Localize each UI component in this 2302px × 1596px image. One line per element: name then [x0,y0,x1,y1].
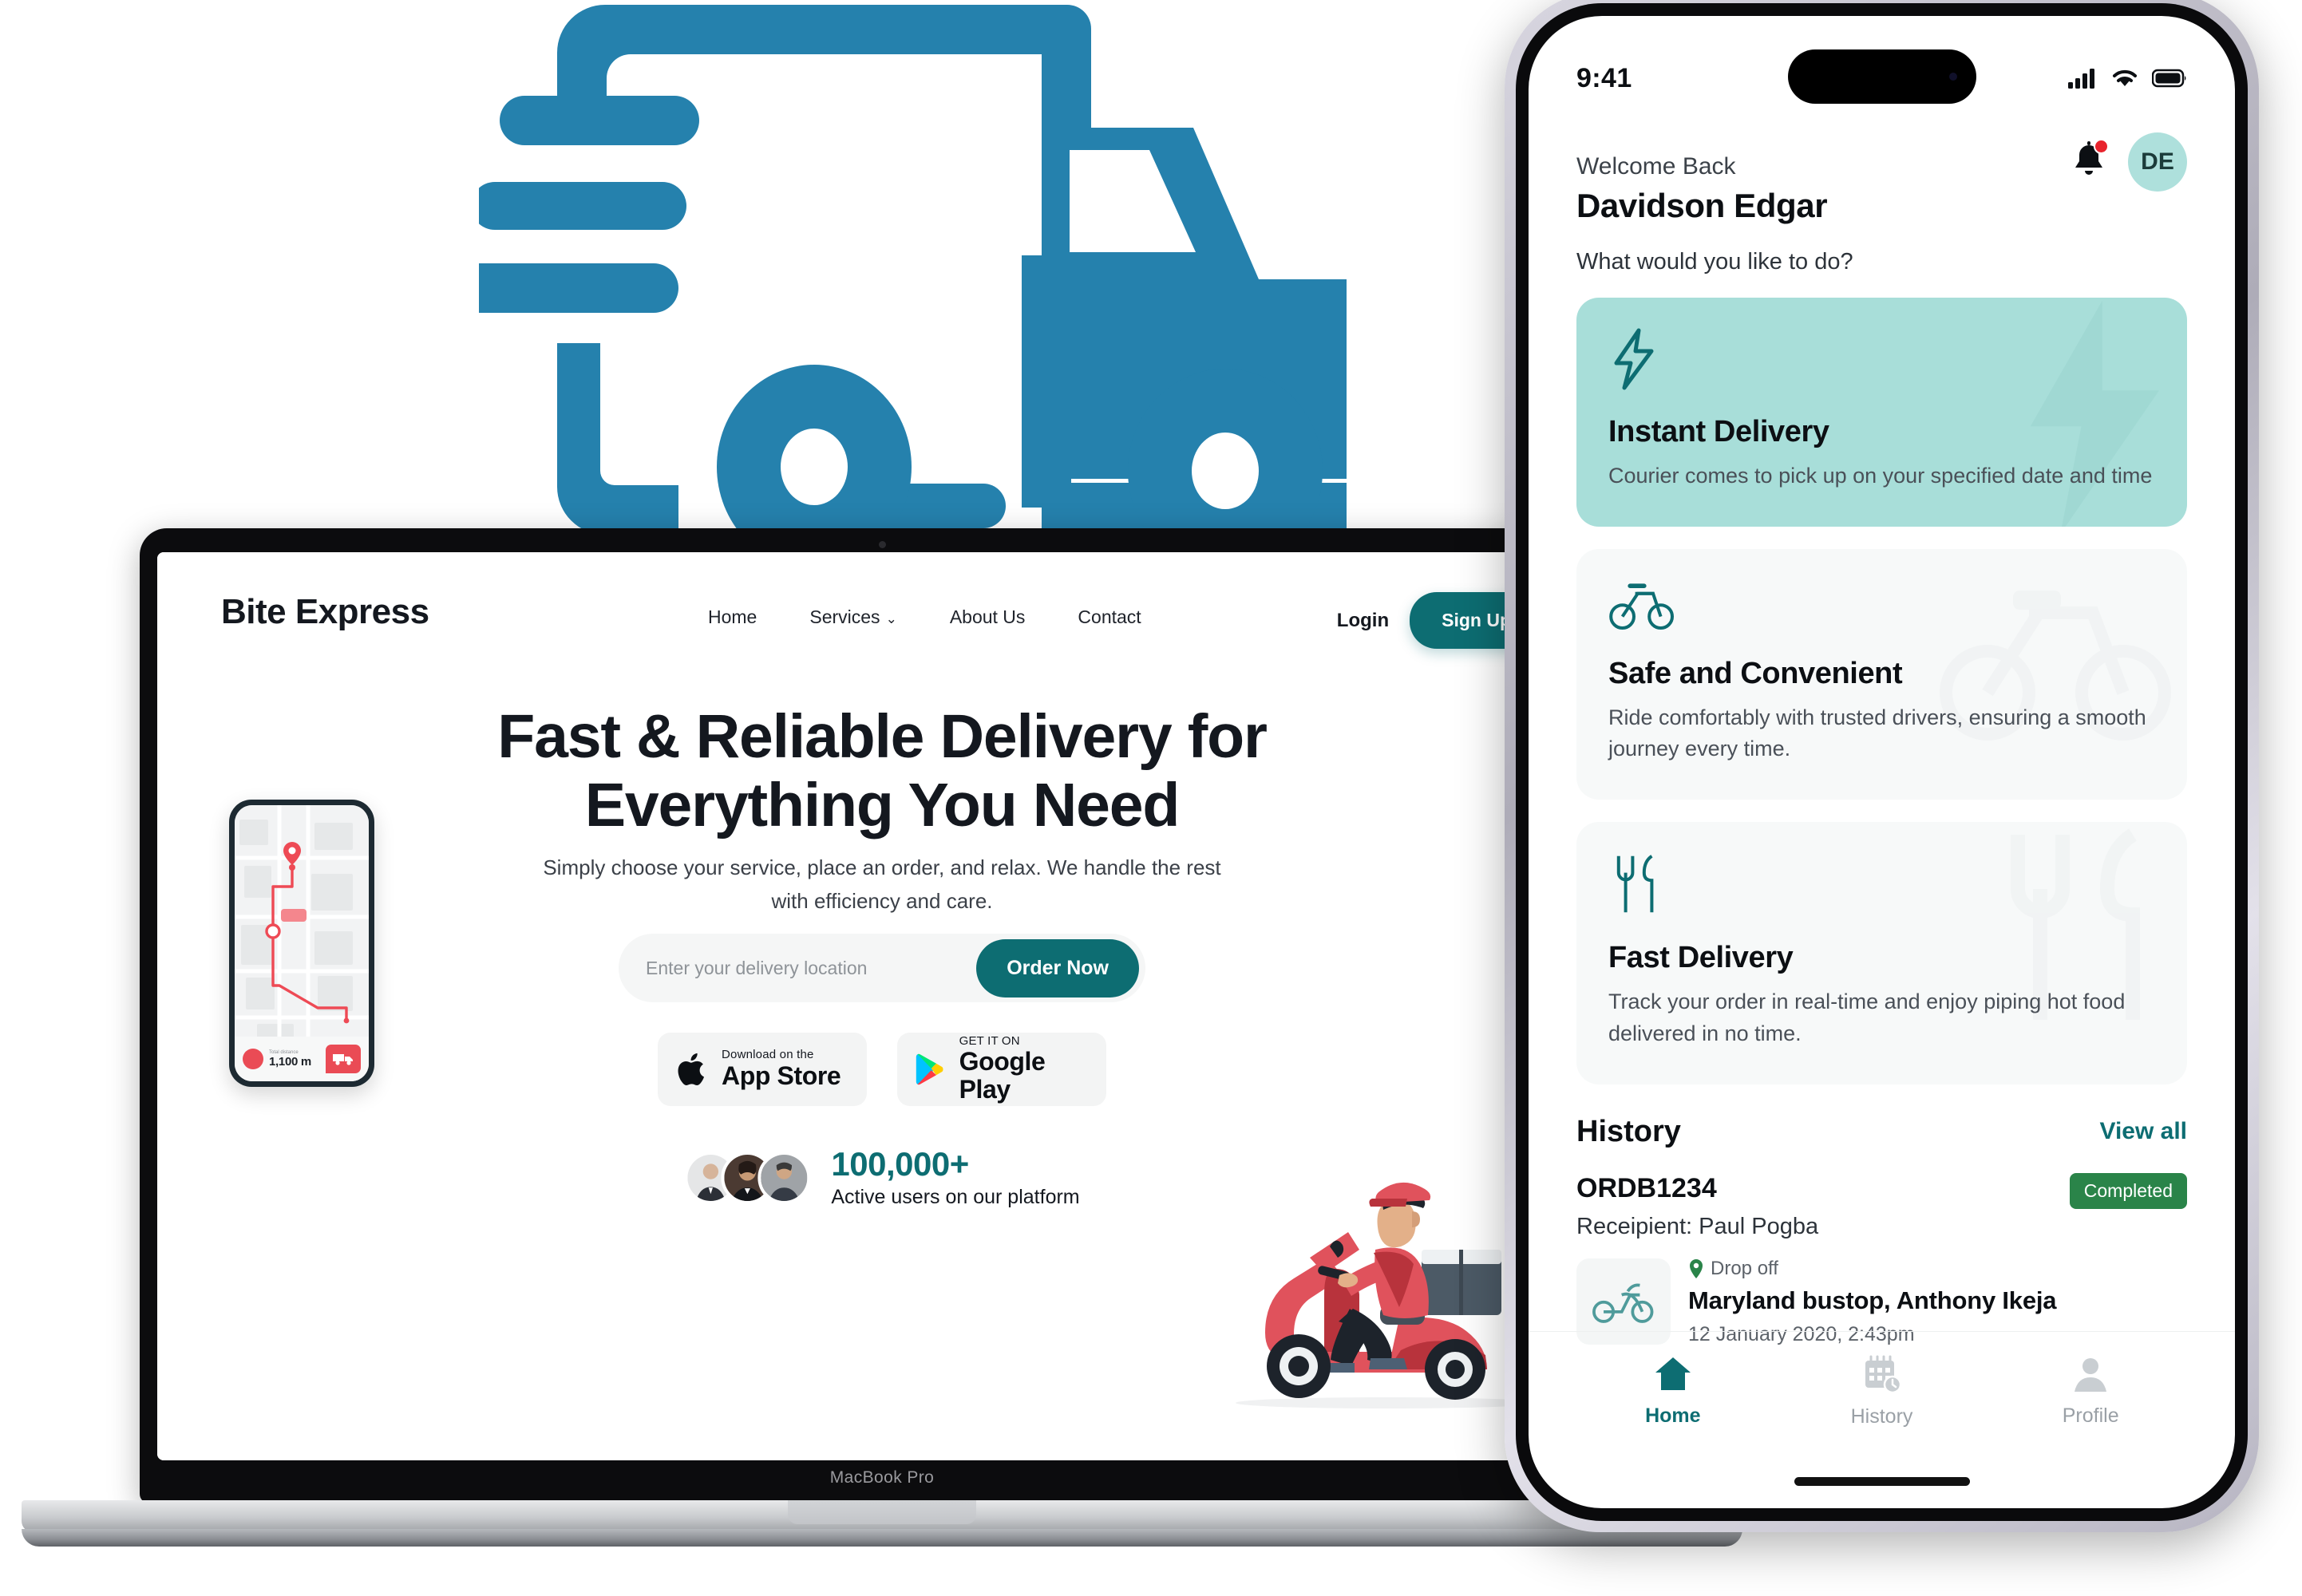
fork-knife-icon [1608,852,2155,920]
google-play-button[interactable]: GET IT ON Google Play [897,1033,1106,1106]
order-recipient: Receipient: Paul Pogba [1576,1213,1819,1239]
iphone-screen: 9:41 Welcome Back Davidson Edgar DE What… [1529,16,2235,1508]
truck-icon [407,5,1347,573]
history-title: History [1576,1114,1681,1148]
google-play-small-label: GET IT ON [959,1033,1020,1048]
map-phone-screen: Total distance 1,100 m [235,805,369,1081]
delivery-location-search: Order Now [619,934,1145,1002]
screenshot-stage: Bite Express Home Services ⌄ About Us Con… [0,0,2302,1596]
nav-item-contact[interactable]: Contact [1078,606,1141,628]
status-time: 9:41 [1576,62,1632,93]
calendar-clock-icon [1865,1355,1901,1394]
tab-label: Profile [2062,1404,2119,1427]
apple-icon [678,1053,704,1086]
tab-label: Home [1645,1404,1701,1427]
drop-off-address: Maryland bustop, Anthony Ikeja [1688,1286,2057,1314]
header-actions: DE [2071,132,2187,192]
google-play-icon [916,1053,943,1085]
service-card-instant-delivery[interactable]: Instant Delivery Courier comes to pick u… [1576,298,2187,527]
nav-item-about-us[interactable]: About Us [950,606,1026,628]
active-users-stat: 100,000+ Active users on our platform [684,1145,1080,1209]
wifi-icon [2113,69,2137,86]
bottom-tab-bar: Home History Profile [1529,1331,2235,1451]
tab-profile[interactable]: Profile [1986,1355,2195,1428]
nav-item-home[interactable]: Home [708,606,757,628]
notification-bell-button[interactable] [2071,138,2109,184]
login-link[interactable]: Login [1337,610,1389,632]
lightning-bolt-icon [1608,328,2155,394]
service-title: Safe and Convenient [1608,657,1903,691]
distance-badge-icon [243,1049,263,1069]
chevron-down-icon: ⌄ [885,611,897,626]
app-store-small-label: Download on the [722,1048,814,1062]
home-icon [1655,1357,1691,1390]
delivery-truck-illustration [407,0,1421,573]
person-icon [2075,1358,2107,1392]
history-item-top: ORDB1234 Receipient: Paul Pogba Complete… [1576,1172,2187,1240]
search-input[interactable] [646,957,977,979]
user-avatar[interactable]: DE [2128,132,2187,192]
macbook-base-front [22,1529,1742,1547]
nav-item-services[interactable]: Services ⌄ [809,606,896,628]
hero-subtitle: Simply choose your service, place an ord… [543,855,1221,913]
drop-off-label: Drop off [1688,1258,2056,1280]
service-title: Instant Delivery [1608,415,1829,448]
service-card-safe-and-convenient[interactable]: Safe and Convenient Ride comfortably wit… [1576,549,2187,800]
avatar-group [684,1152,811,1205]
macbook-model-label: MacBook Pro [829,1468,935,1487]
history-section-header: History View all [1576,1115,2187,1149]
service-desc: Ride comfortably with trusted drivers, e… [1608,705,2146,761]
webcam-icon [879,541,886,548]
truck-chat-icon[interactable] [326,1045,361,1073]
macbook-screen: Bite Express Home Services ⌄ About Us Con… [157,552,1607,1460]
macbook-lid: Bite Express Home Services ⌄ About Us Con… [140,528,1624,1503]
history-item-ids: ORDB1234 Receipient: Paul Pogba [1576,1173,1818,1240]
bicycle-icon [1608,579,2155,636]
macbook-mockup: Bite Express Home Services ⌄ About Us Con… [22,528,1742,1554]
iphone-mockup: 9:41 Welcome Back Davidson Edgar DE What… [1505,0,2259,1532]
order-now-button[interactable]: Order Now [976,938,1139,998]
tab-label: History [1850,1405,1913,1428]
avatar [757,1152,811,1205]
history-item[interactable]: ORDB1234 Receipient: Paul Pogba Complete… [1576,1172,2187,1346]
location-pin-icon [1690,1258,1703,1278]
google-play-big-label: Google Play [959,1047,1046,1104]
hero-title: Fast & Reliable Delivery for Everything … [497,702,1268,840]
app-content: Welcome Back Davidson Edgar DE What woul… [1529,120,2235,1346]
status-badge: Completed [2069,1172,2187,1209]
service-card-fast-delivery[interactable]: Fast Delivery Track your order in real-t… [1576,822,2187,1084]
service-desc: Track your order in real-time and enjoy … [1608,990,2126,1045]
map-footer-bar: Total distance 1,100 m [235,1037,369,1081]
active-users-count: 100,000+ [831,1145,969,1183]
app-store-big-label: App Store [722,1061,841,1090]
tab-history[interactable]: History [1778,1354,1987,1428]
home-indicator[interactable] [1794,1477,1970,1486]
welcome-text: Welcome Back [1576,153,1736,180]
view-all-link[interactable]: View all [2099,1118,2187,1145]
app-store-button[interactable]: Download on the App Store [658,1033,867,1106]
battery-icon [2152,69,2186,88]
distance-value: 1,100 m [269,1054,311,1069]
website-viewport: Bite Express Home Services ⌄ About Us Con… [157,552,1607,1460]
main-nav: Home Services ⌄ About Us Contact [708,606,1141,628]
cellular-signal-icon [2068,69,2094,89]
dynamic-island [1787,49,1976,104]
order-id: ORDB1234 [1576,1172,1717,1203]
tab-home[interactable]: Home [1568,1355,1778,1428]
macbook-base-notch [788,1500,976,1524]
action-prompt: What would you like to do? [1576,249,1853,275]
stat-text-group: 100,000+ Active users on our platform [831,1145,1080,1209]
active-users-caption: Active users on our platform [831,1186,1080,1209]
service-title: Fast Delivery [1608,941,1794,975]
app-store-badges: Download on the App Store GET IT ON Goog… [658,1033,1106,1106]
map-phone-mockup: Total distance 1,100 m [229,800,374,1087]
service-desc: Courier comes to pick up on your specifi… [1608,464,2153,488]
site-brand[interactable]: Bite Express [221,592,429,632]
greeting-block: Welcome Back Davidson Edgar [1576,120,1828,225]
notification-badge [2094,138,2109,154]
app-header: Welcome Back Davidson Edgar DE [1576,120,2187,225]
user-name: Davidson Edgar [1576,187,1828,224]
